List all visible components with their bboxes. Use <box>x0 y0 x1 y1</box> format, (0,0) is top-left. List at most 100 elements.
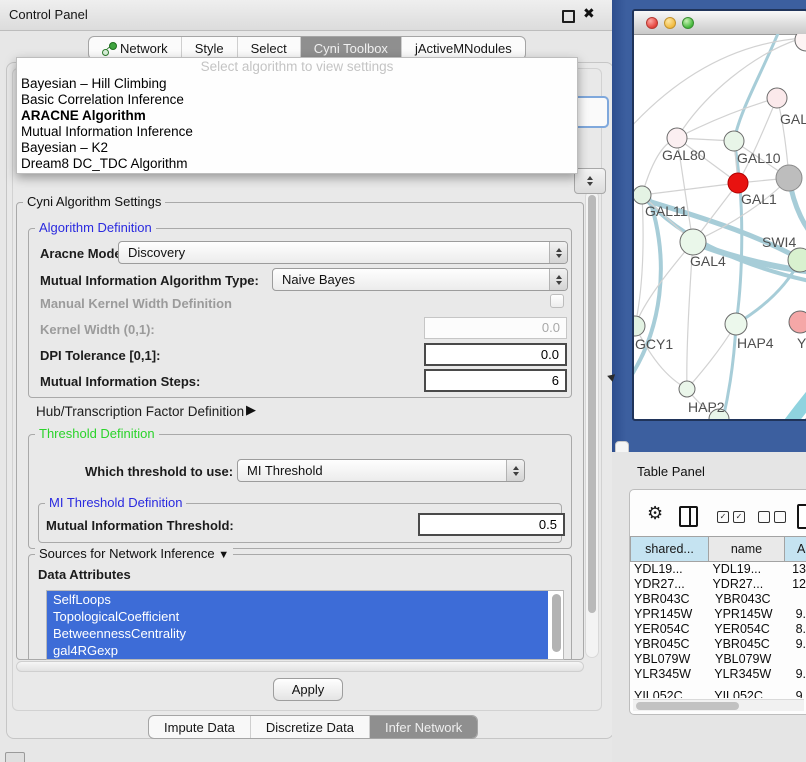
network-icon <box>102 42 115 55</box>
aracne-mode-select[interactable]: Discovery <box>118 241 568 264</box>
node-label: SWI4 <box>762 234 796 250</box>
table-row[interactable]: YBL079WYBL079W <box>630 652 806 667</box>
algorithm-option[interactable]: Mutual Information Inference <box>17 124 577 140</box>
tab-jactivemnodules[interactable]: jActiveMNodules <box>401 37 525 59</box>
node-hap2[interactable] <box>679 381 695 397</box>
dpi-tolerance-input[interactable]: 0.0 <box>424 343 567 366</box>
node-label: GAL80 <box>662 147 706 163</box>
mi-algorithm-type-select[interactable]: Naive Bayes <box>272 268 568 291</box>
control-panel-titlebar: Control Panel ✖ <box>0 0 620 31</box>
manual-kernel-width-checkbox[interactable] <box>550 294 564 308</box>
node-label: HAP4 <box>737 335 774 351</box>
node-gal80[interactable] <box>667 128 687 148</box>
hub-definition-toggle[interactable]: Hub/Transcription Factor Definition <box>36 404 244 419</box>
panel-corner-button[interactable] <box>5 752 25 762</box>
node-gal1[interactable] <box>728 173 748 193</box>
aracne-mode-value: Discovery <box>128 245 185 260</box>
node-gcy1[interactable] <box>634 316 645 336</box>
mac-close-button[interactable] <box>646 17 658 29</box>
node-gal4[interactable] <box>680 229 706 255</box>
algorithm-dropdown-popup: Select algorithm to view settings Bayesi… <box>16 57 578 174</box>
settings-horizontal-scrollbar[interactable] <box>16 661 584 672</box>
tab-network-label: Network <box>120 41 168 56</box>
list-item[interactable]: SelfLoops <box>47 591 548 608</box>
screen: Control Panel ✖ Network Style Select Cyn… <box>0 0 806 762</box>
collapsed-arrow-icon[interactable]: ▶ <box>246 402 256 418</box>
data-attributes-list[interactable]: SelfLoops TopologicalCoefficient Between… <box>46 590 564 660</box>
which-threshold-label: Which threshold to use: <box>85 464 233 479</box>
table-row[interactable]: YBR045CYBR045C9. <box>630 637 806 652</box>
list-item[interactable]: TopologicalCoefficient <box>47 608 548 625</box>
table-row[interactable]: YLR345WYLR345W9. <box>630 667 806 682</box>
combo-spinner-icon <box>549 242 567 263</box>
table-row[interactable]: YPR145WYPR145W9. <box>630 607 806 622</box>
algorithm-option[interactable]: Bayesian – K2 <box>17 140 577 156</box>
tab-network[interactable]: Network <box>89 37 181 59</box>
table-horizontal-scrollbar[interactable] <box>633 699 804 711</box>
kernel-width-label: Kernel Width (0,1): <box>40 322 155 337</box>
float-window-icon[interactable] <box>562 10 575 23</box>
table-panel-title: Table Panel <box>637 464 705 479</box>
node-label: GAL4 <box>690 253 726 269</box>
mac-minimize-button[interactable] <box>664 17 676 29</box>
node-y-partial[interactable] <box>789 311 806 333</box>
node-gal-partial[interactable] <box>767 88 787 108</box>
which-threshold-select[interactable]: MI Threshold <box>237 459 525 482</box>
combo-spinner-icon <box>549 269 567 290</box>
which-threshold-value: MI Threshold <box>247 463 323 478</box>
table-body: YDL19...YDL19...13 YDR27...YDR27...12 YB… <box>630 562 806 698</box>
expanded-arrow-icon[interactable]: ▼ <box>218 549 229 561</box>
apply-button[interactable]: Apply <box>273 678 343 701</box>
node-label: Y <box>797 335 806 351</box>
network-combobox-fragment[interactable] <box>574 168 606 194</box>
node-label: HAP2 <box>688 399 725 415</box>
column-header-shared-name[interactable]: shared... <box>630 536 709 562</box>
manual-kernel-width-label: Manual Kernel Width Definition <box>40 296 232 311</box>
close-icon[interactable]: ✖ <box>583 5 595 22</box>
tab-select[interactable]: Select <box>237 37 300 59</box>
node-hap4[interactable] <box>725 313 747 335</box>
table-row[interactable]: YDR27...YDR27...12 <box>630 577 806 592</box>
table-row[interactable]: YIL052CYIL052C9. <box>630 689 806 698</box>
table-row[interactable]: YER054CYER054C8. <box>630 622 806 637</box>
column-header-name[interactable]: name <box>709 536 785 562</box>
mac-zoom-button[interactable] <box>682 17 694 29</box>
column-header-partial[interactable]: A <box>785 536 806 562</box>
list-item[interactable]: gal4RGexp <box>47 642 548 659</box>
node-label: GAL10 <box>737 150 781 166</box>
tab-infer-network[interactable]: Infer Network <box>369 716 477 738</box>
algorithm-definition-title: Algorithm Definition <box>35 220 156 235</box>
algorithm-option[interactable]: Basic Correlation Inference <box>17 92 577 108</box>
select-all-checkboxes-icon[interactable]: ✓✓ <box>717 511 745 523</box>
tab-impute-data[interactable]: Impute Data <box>149 716 250 738</box>
list-item[interactable]: BetweennessCentrality <box>47 625 548 642</box>
mi-threshold-input[interactable]: 0.5 <box>418 513 565 536</box>
gear-icon[interactable]: ⚙ <box>647 503 663 524</box>
network-canvas[interactable]: GAL GAL80 GAL10 GAL1 GAL11 SWI4 GAL4 GCY… <box>634 34 806 421</box>
node-label: GAL1 <box>741 191 777 207</box>
columns-icon[interactable] <box>679 506 698 527</box>
algorithm-option[interactable]: Dream8 DC_TDC Algorithm <box>17 156 577 172</box>
settings-vertical-scrollbar[interactable] <box>585 190 599 658</box>
combo-spinner-icon <box>506 460 524 481</box>
node-gal10[interactable] <box>724 131 744 151</box>
table-row[interactable]: YBR043CYBR043C <box>630 592 806 607</box>
list-scrollbar[interactable] <box>552 594 561 652</box>
control-panel-title: Control Panel <box>9 7 88 22</box>
tab-cyni-toolbox[interactable]: Cyni Toolbox <box>300 37 401 59</box>
table-row[interactable]: YDL19...YDL19...13 <box>630 562 806 577</box>
data-attributes-label: Data Attributes <box>38 567 131 582</box>
network-window-titlebar[interactable] <box>634 11 806 35</box>
node-partial-top[interactable] <box>795 34 806 51</box>
node-gray[interactable] <box>776 165 802 191</box>
node-label: GAL11 <box>645 203 688 219</box>
deselect-all-checkboxes-icon[interactable] <box>758 511 786 523</box>
mi-steps-input[interactable]: 6 <box>424 369 567 392</box>
aracne-mode-label: Aracne Mode: <box>40 246 126 261</box>
algorithm-option[interactable]: Bayesian – Hill Climbing <box>17 76 577 92</box>
tab-discretize-data[interactable]: Discretize Data <box>250 716 369 738</box>
node-gal11[interactable] <box>634 186 651 204</box>
tab-style[interactable]: Style <box>181 37 237 59</box>
algorithm-option-highlighted[interactable]: ARACNE Algorithm <box>17 108 577 124</box>
file-icon[interactable] <box>797 504 806 529</box>
